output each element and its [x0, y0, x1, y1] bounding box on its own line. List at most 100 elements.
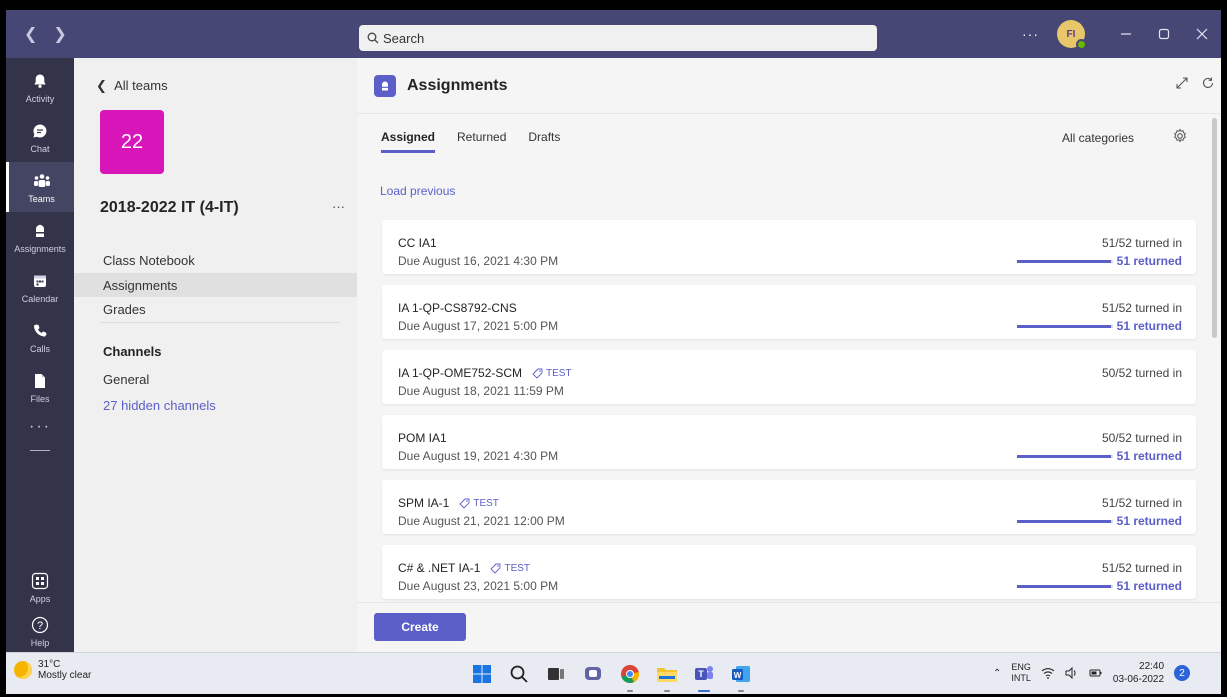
appbar-chat[interactable]: Chat [6, 112, 74, 162]
refresh-icon[interactable] [1201, 76, 1215, 90]
back-arrow-icon[interactable]: ❮ [24, 24, 37, 44]
hidden-channels-link[interactable]: 27 hidden channels [103, 398, 216, 413]
settings-more-button[interactable]: ··· [1022, 26, 1039, 42]
progress-bar-fill [1016, 454, 1111, 458]
all-teams-label: All teams [114, 78, 168, 93]
assignment-due: Due August 17, 2021 5:00 PM [398, 319, 559, 333]
create-bar: Create [357, 602, 1221, 652]
language-top: ENG [1011, 662, 1031, 672]
assignments-pane: Assignments Assigned Returned Drafts All… [357, 58, 1221, 652]
task-view-icon [548, 668, 564, 680]
appbar-assignments[interactable]: Assignments [6, 212, 74, 262]
load-previous-link[interactable]: Load previous [380, 184, 455, 198]
turned-in-count: 50/52 turned in [1101, 366, 1182, 380]
search-input[interactable]: Search [359, 25, 877, 51]
svg-text:W: W [734, 671, 742, 680]
chevron-up-icon[interactable]: ⌃ [993, 668, 1001, 679]
tag-label: TEST [504, 562, 531, 574]
start-button[interactable] [469, 661, 495, 687]
minimize-button[interactable] [1107, 10, 1145, 58]
appbar-help[interactable]: ? Help [6, 606, 74, 656]
category-tag: TEST [532, 368, 572, 379]
close-button[interactable] [1183, 10, 1221, 58]
assignment-card[interactable]: CC IA1 Due August 16, 2021 4:30 PM 51/52 t… [382, 220, 1196, 274]
tab-returned[interactable]: Returned [457, 130, 506, 153]
taskbar-apps: T W [469, 661, 754, 692]
appbar-apps[interactable]: Apps [6, 562, 74, 612]
progress-bar-fill [1016, 324, 1111, 328]
clock[interactable]: 22:40 03-06-2022 [1113, 660, 1164, 686]
title-bar: ❮ ❯ Search ··· FI [6, 10, 1221, 58]
appbar-files[interactable]: Files [6, 362, 74, 412]
svg-text:T: T [698, 669, 704, 679]
more-apps-button[interactable]: ··· [6, 418, 74, 436]
turned-in-count: 51/52 turned in [1101, 236, 1182, 250]
language-indicator[interactable]: ENG INTL [1011, 662, 1031, 684]
create-button[interactable]: Create [374, 613, 466, 641]
teams-icon: T [695, 666, 713, 680]
notification-badge[interactable]: 2 [1174, 665, 1191, 681]
all-teams-link[interactable]: ❮ All teams [96, 78, 168, 94]
task-view-button[interactable] [543, 661, 569, 687]
appbar-activity[interactable]: Activity [6, 62, 74, 112]
active-indicator [698, 690, 710, 692]
maximize-button[interactable] [1145, 10, 1183, 58]
returned-progress: 51 returned [1016, 514, 1182, 528]
language-bottom: INTL [1011, 673, 1031, 683]
assignment-card[interactable]: C# & .NET IA-1 TEST Due August 23, 2021 5:… [382, 545, 1196, 599]
channel-general[interactable]: General [103, 372, 149, 387]
appbar-label: Help [30, 638, 50, 648]
assignments-app-icon [374, 75, 396, 97]
returned-count: 51 returned [1116, 319, 1182, 333]
running-indicator [738, 690, 744, 692]
team-more-button[interactable]: ··· [332, 199, 345, 214]
titlebar-controls: ··· FI [1022, 10, 1221, 58]
chrome-icon [621, 665, 640, 683]
channels-heading: Channels [103, 344, 162, 359]
assignment-card[interactable]: POM IA1 Due August 19, 2021 4:30 PM 50/52 … [382, 415, 1196, 469]
gear-icon[interactable] [1172, 128, 1188, 144]
taskbar-explorer-button[interactable] [654, 661, 680, 692]
category-filter[interactable]: All categories [1062, 131, 1134, 145]
taskbar-teams-button[interactable]: T [691, 661, 717, 692]
progress-bar [1016, 519, 1113, 523]
appbar-label: Teams [28, 194, 55, 204]
app-bar: Activity Chat Teams Assignments Calendar… [6, 58, 74, 652]
chat-icon [29, 120, 51, 142]
tab-assigned[interactable]: Assigned [381, 130, 436, 153]
avatar[interactable]: FI [1057, 20, 1087, 50]
assignment-card[interactable]: SPM IA-1 TEST Due August 21, 2021 12:00 PM… [382, 480, 1196, 534]
assignment-card[interactable]: IA 1-QP-CS8792-CNS Due August 17, 2021 5:… [382, 285, 1196, 339]
folder-icon [657, 668, 677, 682]
taskbar-search-button[interactable] [506, 661, 532, 687]
tab-drafts[interactable]: Drafts [528, 130, 560, 153]
temperature: 31°C [38, 659, 61, 670]
weather-widget[interactable]: 31°C Mostly clear [14, 659, 91, 681]
assignment-title: IA 1-QP-OME752-SCM [398, 366, 523, 380]
assignment-card[interactable]: IA 1-QP-OME752-SCM TEST Due August 18, 202… [382, 350, 1196, 404]
expand-icon[interactable] [1175, 76, 1189, 90]
assignment-title-row: POM IA1 [398, 431, 447, 445]
appbar-calendar[interactable]: Calendar [6, 262, 74, 312]
battery-icon[interactable] [1089, 667, 1103, 679]
progress-bar [1016, 584, 1113, 588]
wifi-icon[interactable] [1041, 667, 1055, 679]
nav-grades[interactable]: Grades [74, 297, 357, 321]
assignment-title: SPM IA-1 [398, 496, 450, 510]
returned-count: 51 returned [1116, 579, 1182, 593]
scrollbar[interactable] [1212, 118, 1217, 338]
nav-class-notebook[interactable]: Class Notebook [74, 248, 357, 272]
appbar-calls[interactable]: Calls [6, 312, 74, 362]
taskbar-chrome-button[interactable] [617, 661, 643, 692]
appbar-teams[interactable]: Teams [6, 162, 74, 212]
taskbar-word-button[interactable]: W [728, 661, 754, 692]
forward-arrow-icon[interactable]: ❯ [53, 24, 66, 44]
windows-taskbar: 31°C Mostly clear T W ⌃ ENG INTL 22:40 0… [6, 652, 1221, 694]
volume-icon[interactable] [1065, 667, 1079, 679]
taskbar-chat-button[interactable] [580, 661, 606, 687]
apps-icon [29, 570, 51, 592]
clock-date: 03-06-2022 [1112, 674, 1165, 685]
nav-assignments[interactable]: Assignments [74, 273, 357, 297]
assignment-title-row: IA 1-QP-OME752-SCM TEST [398, 366, 572, 380]
assignment-due: Due August 21, 2021 12:00 PM [398, 514, 565, 528]
